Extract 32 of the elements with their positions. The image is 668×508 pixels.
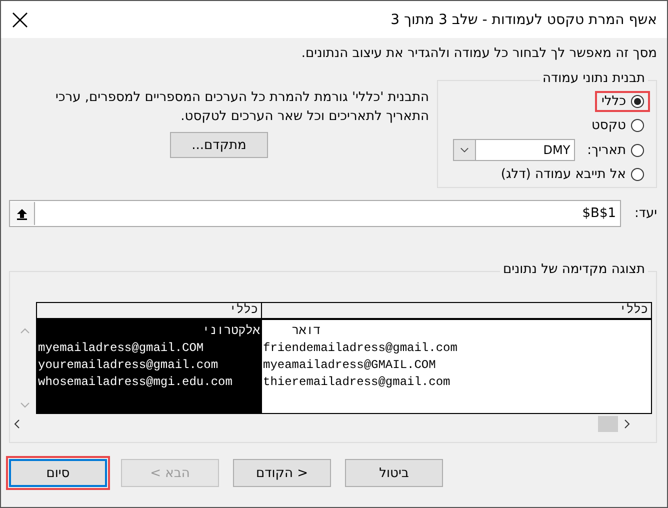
preview-cell-text: דואר bbox=[290, 323, 322, 340]
column-header[interactable]: כללי bbox=[37, 303, 261, 320]
dialog-button[interactable]: סיום bbox=[9, 459, 107, 487]
preview-cell-text: thieremailadress@gmail.com bbox=[262, 374, 452, 391]
scroll-thumb[interactable] bbox=[598, 416, 618, 432]
dialog-button[interactable]: ביטול bbox=[345, 459, 443, 487]
destination-field[interactable]: $B$1 bbox=[9, 200, 621, 227]
preview-cell-text: whosemailadress@mgi.edu.com bbox=[37, 374, 234, 391]
dialog-button[interactable]: < הקודם bbox=[233, 459, 331, 487]
group-title: תצוגה מקדימה של נתונים bbox=[500, 262, 648, 277]
preview-cell-text: friendemailadress@gmail.com bbox=[262, 340, 458, 357]
scroll-left-icon[interactable] bbox=[14, 419, 20, 429]
close-icon[interactable] bbox=[12, 12, 28, 28]
window-title: אשף המרת טקסט לעמודות - שלב 3 מתוך 3 bbox=[390, 12, 657, 28]
up-arrow-icon bbox=[16, 208, 28, 220]
preview-cell-text: אלקטרוני bbox=[201, 323, 261, 340]
collapse-button[interactable] bbox=[10, 202, 35, 225]
explanation-text: התבנית 'כללי' גורמת להמרת כל הערכים המספריים למספרים, ערכי התאריך לתאריכים וכל שאר הערכים לטקסט. bbox=[54, 89, 429, 126]
radio-option[interactable]: כללי bbox=[595, 91, 650, 112]
radio-option[interactable]: תאריך: bbox=[581, 140, 650, 160]
description-text: מסך זה מאפשר לך לבחור כל עמודה ולהגדיר את עיצוב הנתונים. bbox=[300, 46, 657, 63]
column-header[interactable]: כללי bbox=[262, 303, 651, 320]
scroll-right-icon[interactable] bbox=[624, 419, 630, 429]
radio-option[interactable]: אל תייבא עמודה (דלג) bbox=[494, 164, 650, 185]
caret-icon bbox=[454, 140, 476, 160]
preview-cell-text: myeamailadress@GMAIL.COM bbox=[262, 357, 437, 374]
preview-cell-text: youremailadress@gmail.com bbox=[37, 357, 220, 374]
preview-cell-text: myemailadress@gmail.COM bbox=[37, 340, 205, 357]
destination-label: יעד: bbox=[633, 206, 657, 221]
date-format-dropdown[interactable]: DMY bbox=[453, 139, 576, 161]
radio-option[interactable]: טקסט bbox=[585, 115, 650, 136]
advanced-button[interactable]: מתקדם... bbox=[170, 132, 268, 158]
